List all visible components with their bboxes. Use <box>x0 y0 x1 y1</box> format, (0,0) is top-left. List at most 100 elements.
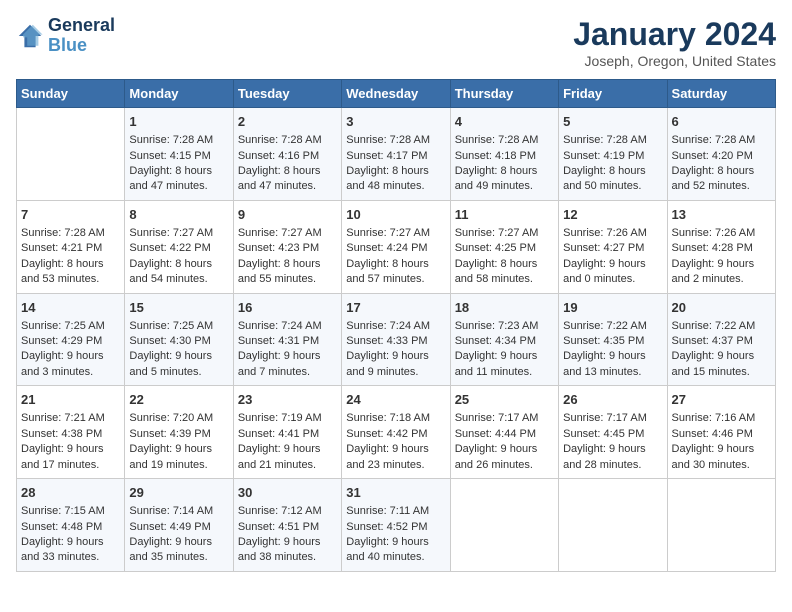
month-title: January 2024 <box>573 16 776 53</box>
day-info: Daylight: 8 hours and 50 minutes. <box>563 164 662 195</box>
day-number: 15 <box>129 299 228 317</box>
day-number: 13 <box>672 206 771 224</box>
calendar-cell: 15Sunrise: 7:25 AMSunset: 4:30 PMDayligh… <box>125 293 233 386</box>
calendar-cell <box>17 108 125 201</box>
day-info: Daylight: 9 hours and 28 minutes. <box>563 442 662 473</box>
day-info: Sunrise: 7:28 AM <box>563 133 662 148</box>
day-info: Sunset: 4:39 PM <box>129 427 228 442</box>
day-info: Sunrise: 7:26 AM <box>672 226 771 241</box>
calendar-cell <box>667 479 775 572</box>
day-info: Sunset: 4:35 PM <box>563 334 662 349</box>
calendar-cell: 25Sunrise: 7:17 AMSunset: 4:44 PMDayligh… <box>450 386 558 479</box>
day-info: Sunrise: 7:24 AM <box>238 319 337 334</box>
day-info: Sunrise: 7:27 AM <box>238 226 337 241</box>
day-info: Sunset: 4:21 PM <box>21 241 120 256</box>
day-info: Sunrise: 7:21 AM <box>21 411 120 426</box>
day-info: Sunrise: 7:16 AM <box>672 411 771 426</box>
calendar-table: SundayMondayTuesdayWednesdayThursdayFrid… <box>16 79 776 572</box>
day-number: 27 <box>672 391 771 409</box>
week-row-2: 7Sunrise: 7:28 AMSunset: 4:21 PMDaylight… <box>17 200 776 293</box>
day-info: Sunrise: 7:26 AM <box>563 226 662 241</box>
calendar-cell <box>450 479 558 572</box>
day-number: 31 <box>346 484 445 502</box>
day-info: Sunrise: 7:28 AM <box>346 133 445 148</box>
day-info: Sunset: 4:29 PM <box>21 334 120 349</box>
day-info: Sunrise: 7:27 AM <box>129 226 228 241</box>
day-info: Daylight: 9 hours and 38 minutes. <box>238 535 337 566</box>
day-info: Sunset: 4:31 PM <box>238 334 337 349</box>
column-header-thursday: Thursday <box>450 80 558 108</box>
day-info: Daylight: 9 hours and 13 minutes. <box>563 349 662 380</box>
day-number: 25 <box>455 391 554 409</box>
day-info: Daylight: 9 hours and 11 minutes. <box>455 349 554 380</box>
page-header: General Blue January 2024 Joseph, Oregon… <box>16 16 776 69</box>
calendar-cell: 17Sunrise: 7:24 AMSunset: 4:33 PMDayligh… <box>342 293 450 386</box>
day-info: Daylight: 9 hours and 2 minutes. <box>672 257 771 288</box>
day-info: Daylight: 8 hours and 48 minutes. <box>346 164 445 195</box>
header-row: SundayMondayTuesdayWednesdayThursdayFrid… <box>17 80 776 108</box>
day-info: Daylight: 9 hours and 9 minutes. <box>346 349 445 380</box>
day-number: 28 <box>21 484 120 502</box>
day-info: Sunset: 4:38 PM <box>21 427 120 442</box>
column-header-monday: Monday <box>125 80 233 108</box>
day-info: Daylight: 9 hours and 7 minutes. <box>238 349 337 380</box>
day-info: Sunset: 4:17 PM <box>346 149 445 164</box>
day-info: Sunset: 4:41 PM <box>238 427 337 442</box>
day-info: Sunset: 4:27 PM <box>563 241 662 256</box>
day-info: Sunset: 4:34 PM <box>455 334 554 349</box>
calendar-cell: 18Sunrise: 7:23 AMSunset: 4:34 PMDayligh… <box>450 293 558 386</box>
day-number: 18 <box>455 299 554 317</box>
day-info: Daylight: 9 hours and 19 minutes. <box>129 442 228 473</box>
day-info: Sunrise: 7:28 AM <box>672 133 771 148</box>
day-info: Sunset: 4:30 PM <box>129 334 228 349</box>
calendar-cell: 20Sunrise: 7:22 AMSunset: 4:37 PMDayligh… <box>667 293 775 386</box>
day-info: Sunrise: 7:12 AM <box>238 504 337 519</box>
calendar-cell: 30Sunrise: 7:12 AMSunset: 4:51 PMDayligh… <box>233 479 341 572</box>
calendar-cell: 16 Sunrise: 7:24 AMSunset: 4:31 PMDayligh… <box>233 293 341 386</box>
day-info: Sunset: 4:52 PM <box>346 520 445 535</box>
day-info: Sunrise: 7:22 AM <box>563 319 662 334</box>
day-number: 1 <box>129 113 228 131</box>
day-info: Sunrise: 7:14 AM <box>129 504 228 519</box>
day-info: Sunrise: 7:27 AM <box>346 226 445 241</box>
day-info: Sunset: 4:45 PM <box>563 427 662 442</box>
calendar-cell: 1Sunrise: 7:28 AMSunset: 4:15 PMDaylight… <box>125 108 233 201</box>
calendar-cell: 5Sunrise: 7:28 AMSunset: 4:19 PMDaylight… <box>559 108 667 201</box>
day-info: Daylight: 9 hours and 0 minutes. <box>563 257 662 288</box>
column-header-friday: Friday <box>559 80 667 108</box>
logo-text: General Blue <box>48 16 115 56</box>
day-number: 26 <box>563 391 662 409</box>
day-info: Daylight: 9 hours and 17 minutes. <box>21 442 120 473</box>
day-number: 4 <box>455 113 554 131</box>
column-header-wednesday: Wednesday <box>342 80 450 108</box>
day-info: Sunrise: 7:19 AM <box>238 411 337 426</box>
calendar-cell: 7Sunrise: 7:28 AMSunset: 4:21 PMDaylight… <box>17 200 125 293</box>
day-number: 6 <box>672 113 771 131</box>
day-info: Sunrise: 7:27 AM <box>455 226 554 241</box>
day-info: Sunrise: 7:28 AM <box>455 133 554 148</box>
day-number: 7 <box>21 206 120 224</box>
day-info: Sunrise: 7:24 AM <box>346 319 445 334</box>
day-info: Daylight: 9 hours and 33 minutes. <box>21 535 120 566</box>
calendar-cell: 12Sunrise: 7:26 AMSunset: 4:27 PMDayligh… <box>559 200 667 293</box>
day-info: Sunrise: 7:11 AM <box>346 504 445 519</box>
day-info: Daylight: 8 hours and 57 minutes. <box>346 257 445 288</box>
calendar-cell: 31Sunrise: 7:11 AMSunset: 4:52 PMDayligh… <box>342 479 450 572</box>
calendar-cell: 4Sunrise: 7:28 AMSunset: 4:18 PMDaylight… <box>450 108 558 201</box>
calendar-cell: 2Sunrise: 7:28 AMSunset: 4:16 PMDaylight… <box>233 108 341 201</box>
day-number: 16 <box>238 299 337 317</box>
day-info: Sunrise: 7:28 AM <box>238 133 337 148</box>
day-number: 14 <box>21 299 120 317</box>
day-info: Daylight: 8 hours and 53 minutes. <box>21 257 120 288</box>
day-info: Sunset: 4:18 PM <box>455 149 554 164</box>
title-block: January 2024 Joseph, Oregon, United Stat… <box>573 16 776 69</box>
day-info: Daylight: 8 hours and 54 minutes. <box>129 257 228 288</box>
week-row-5: 28Sunrise: 7:15 AMSunset: 4:48 PMDayligh… <box>17 479 776 572</box>
day-info: Daylight: 8 hours and 47 minutes. <box>238 164 337 195</box>
day-info: Sunset: 4:51 PM <box>238 520 337 535</box>
calendar-cell: 28Sunrise: 7:15 AMSunset: 4:48 PMDayligh… <box>17 479 125 572</box>
calendar-cell: 29Sunrise: 7:14 AMSunset: 4:49 PMDayligh… <box>125 479 233 572</box>
day-info: Daylight: 8 hours and 52 minutes. <box>672 164 771 195</box>
day-info: Sunrise: 7:25 AM <box>129 319 228 334</box>
calendar-cell: 26Sunrise: 7:17 AMSunset: 4:45 PMDayligh… <box>559 386 667 479</box>
